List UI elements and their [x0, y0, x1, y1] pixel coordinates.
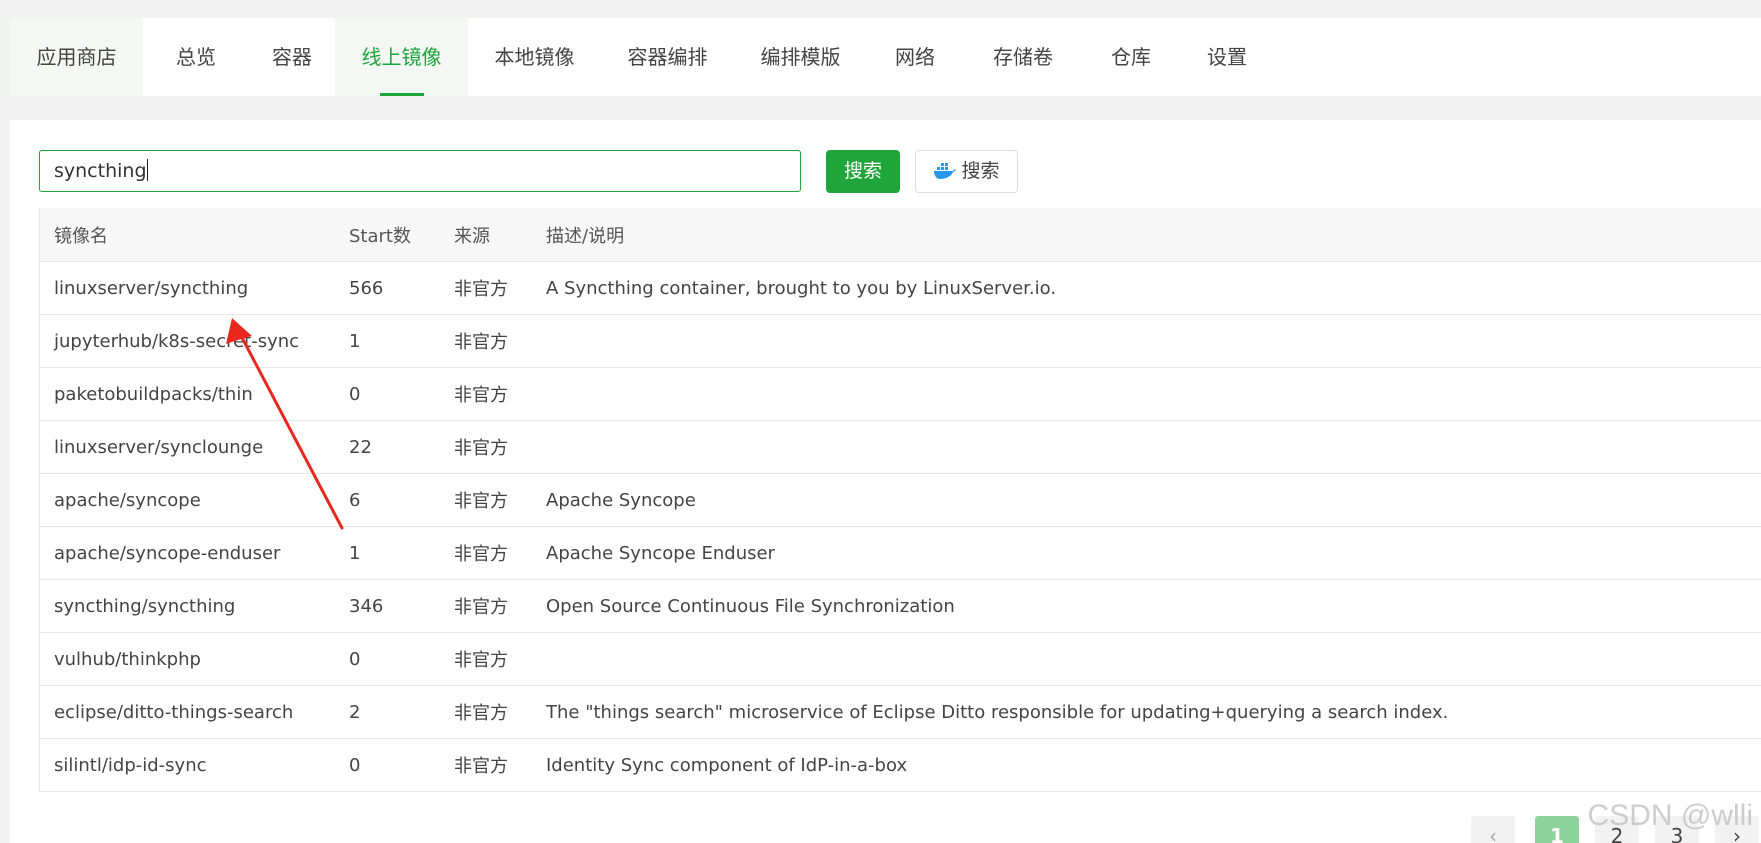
- table-row[interactable]: jupyterhub/k8s-secret-sync 1 非官方: [39, 314, 1761, 368]
- tab-label: 编排模版: [760, 45, 841, 69]
- source-cell: 非官方: [440, 685, 532, 739]
- stars-cell: 566: [335, 261, 440, 315]
- table-row[interactable]: vulhub/thinkphp 0 非官方: [39, 632, 1761, 686]
- source-cell: 非官方: [440, 738, 532, 792]
- tab-label: 存储卷: [993, 45, 1053, 69]
- docker-search-label: 搜索: [961, 160, 1000, 182]
- tab-volumes[interactable]: 存储卷: [963, 18, 1083, 96]
- source-cell: 非官方: [440, 473, 532, 527]
- docker-search-button[interactable]: 搜索: [915, 150, 1018, 193]
- stars-cell: 0: [335, 738, 440, 792]
- tab-overview[interactable]: 总览: [143, 18, 249, 96]
- tab-containers[interactable]: 容器: [249, 18, 335, 96]
- image-name-cell: apache/syncope: [39, 473, 335, 527]
- tab-bar: 应用商店 总览 容器 线上镜像 本地镜像 容器编排 编排模版 网络 存储卷 仓库…: [10, 18, 1761, 96]
- tab-online-images[interactable]: 线上镜像: [335, 18, 468, 96]
- header-source[interactable]: 来源: [440, 208, 532, 262]
- table-row[interactable]: linuxserver/syncthing 566 非官方 A Syncthin…: [39, 261, 1761, 315]
- pagination-page-1[interactable]: 1: [1535, 816, 1579, 843]
- search-input-value: syncthing: [54, 160, 147, 182]
- tab-label: 本地镜像: [494, 45, 575, 69]
- table-header-row: 镜像名 Start数 来源 描述/说明: [39, 208, 1761, 262]
- description-cell: A Syncthing container, brought to you by…: [532, 261, 1761, 315]
- image-name-cell: apache/syncope-enduser: [39, 526, 335, 580]
- pagination-prev-button[interactable]: ‹: [1471, 816, 1515, 843]
- image-name-cell: syncthing/syncthing: [39, 579, 335, 633]
- text-cursor: [146, 159, 148, 181]
- tab-label: 容器: [272, 45, 312, 69]
- header-stars[interactable]: Start数: [335, 208, 440, 262]
- table-row[interactable]: syncthing/syncthing 346 非官方 Open Source …: [39, 579, 1761, 633]
- pagination-page-2[interactable]: 2: [1595, 816, 1639, 843]
- description-cell: [532, 314, 1761, 368]
- image-name-cell: linuxserver/syncthing: [39, 261, 335, 315]
- description-cell: Apache Syncope Enduser: [532, 526, 1761, 580]
- tab-app-store[interactable]: 应用商店: [10, 18, 143, 96]
- stars-cell: 22: [335, 420, 440, 474]
- tab-label: 容器编排: [627, 45, 708, 69]
- image-name-cell: jupyterhub/k8s-secret-sync: [39, 314, 335, 368]
- table-row[interactable]: linuxserver/synclounge 22 非官方: [39, 420, 1761, 474]
- stars-cell: 6: [335, 473, 440, 527]
- stars-cell: 1: [335, 314, 440, 368]
- source-cell: 非官方: [440, 632, 532, 686]
- header-image-name[interactable]: 镜像名: [39, 208, 335, 262]
- table-row[interactable]: apache/syncope-enduser 1 非官方 Apache Sync…: [39, 526, 1761, 580]
- stars-cell: 1: [335, 526, 440, 580]
- tab-label: 设置: [1207, 45, 1247, 69]
- stars-cell: 346: [335, 579, 440, 633]
- source-cell: 非官方: [440, 579, 532, 633]
- description-cell: [532, 420, 1761, 474]
- image-name-cell: linuxserver/synclounge: [39, 420, 335, 474]
- tab-registry[interactable]: 仓库: [1083, 18, 1179, 96]
- source-cell: 非官方: [440, 367, 532, 421]
- search-button[interactable]: 搜索: [826, 150, 900, 193]
- source-cell: 非官方: [440, 261, 532, 315]
- table-row[interactable]: apache/syncope 6 非官方 Apache Syncope: [39, 473, 1761, 527]
- image-name-cell: paketobuildpacks/thin: [39, 367, 335, 421]
- header-description[interactable]: 描述/说明: [532, 208, 1761, 262]
- search-input[interactable]: syncthing: [39, 150, 801, 192]
- online-images-panel: syncthing 搜索 搜索 镜像名 Start数 来源 描述/说明 linu…: [10, 120, 1761, 843]
- stars-cell: 0: [335, 367, 440, 421]
- table-row[interactable]: eclipse/ditto-things-search 2 非官方 The "t…: [39, 685, 1761, 739]
- description-cell: Open Source Continuous File Synchronizat…: [532, 579, 1761, 633]
- tab-label: 应用商店: [36, 45, 117, 69]
- description-cell: [532, 632, 1761, 686]
- tab-network[interactable]: 网络: [867, 18, 963, 96]
- docker-whale-icon: [934, 163, 957, 179]
- tab-label: 仓库: [1111, 45, 1151, 69]
- image-name-cell: silintl/idp-id-sync: [39, 738, 335, 792]
- tab-local-images[interactable]: 本地镜像: [468, 18, 601, 96]
- pagination-page-3[interactable]: 3: [1655, 816, 1699, 843]
- page: 应用商店 总览 容器 线上镜像 本地镜像 容器编排 编排模版 网络 存储卷 仓库…: [0, 0, 1761, 843]
- description-cell: Apache Syncope: [532, 473, 1761, 527]
- pagination-next-button[interactable]: ›: [1715, 816, 1759, 843]
- description-cell: The "things search" microservice of Ecli…: [532, 685, 1761, 739]
- image-search-results-table: 镜像名 Start数 来源 描述/说明 linuxserver/syncthin…: [39, 208, 1761, 792]
- tab-settings[interactable]: 设置: [1179, 18, 1275, 96]
- source-cell: 非官方: [440, 526, 532, 580]
- source-cell: 非官方: [440, 314, 532, 368]
- stars-cell: 2: [335, 685, 440, 739]
- source-cell: 非官方: [440, 420, 532, 474]
- table-row[interactable]: silintl/idp-id-sync 0 非官方 Identity Sync …: [39, 738, 1761, 792]
- stars-cell: 0: [335, 632, 440, 686]
- tab-compose[interactable]: 容器编排: [601, 18, 734, 96]
- tab-label: 线上镜像: [361, 45, 442, 69]
- tab-label: 总览: [176, 45, 216, 69]
- tab-label: 网络: [895, 45, 935, 69]
- image-name-cell: eclipse/ditto-things-search: [39, 685, 335, 739]
- image-name-cell: vulhub/thinkphp: [39, 632, 335, 686]
- active-tab-indicator: [379, 93, 424, 96]
- tab-compose-templates[interactable]: 编排模版: [734, 18, 867, 96]
- table-row[interactable]: paketobuildpacks/thin 0 非官方: [39, 367, 1761, 421]
- description-cell: [532, 367, 1761, 421]
- description-cell: Identity Sync component of IdP-in-a-box: [532, 738, 1761, 792]
